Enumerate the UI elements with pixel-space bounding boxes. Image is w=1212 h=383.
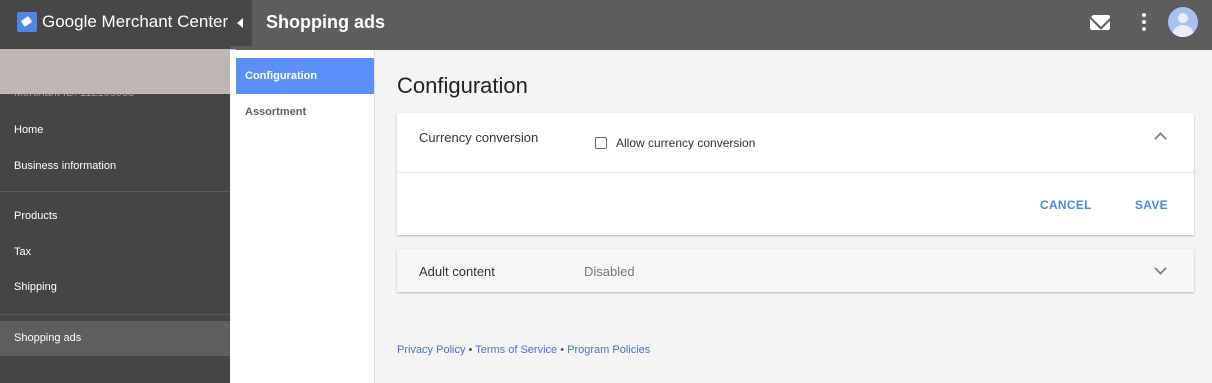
- sidebar-divider: [0, 314, 230, 315]
- collapse-sidebar-button[interactable]: [230, 0, 252, 46]
- sub-navigation: Configuration Assortment: [230, 50, 375, 383]
- account-info-overlay: [0, 49, 236, 94]
- card-divider: [397, 172, 1194, 173]
- allow-currency-conversion-label[interactable]: Allow currency conversion: [616, 136, 755, 150]
- sidebar-divider: [0, 191, 230, 192]
- terms-of-service-link[interactable]: Terms of Service: [475, 344, 557, 356]
- sidebar-item-tax[interactable]: Tax: [0, 235, 230, 270]
- program-policies-link[interactable]: Program Policies: [567, 344, 650, 356]
- sidebar-item-shopping-ads[interactable]: Shopping ads: [0, 321, 230, 356]
- cancel-button[interactable]: CANCEL: [1040, 198, 1092, 212]
- merchant-center-logo-icon: [17, 12, 37, 32]
- sidebar-item-home[interactable]: Home: [0, 113, 230, 148]
- allow-currency-conversion-checkbox[interactable]: [595, 137, 607, 149]
- more-vert-icon[interactable]: [1135, 12, 1153, 34]
- adult-content-status: Disabled: [584, 264, 635, 279]
- sidebar-item-shipping[interactable]: Shipping: [0, 270, 230, 305]
- brand-name: Google Merchant Center: [42, 12, 229, 31]
- account-avatar-icon[interactable]: [1168, 7, 1198, 37]
- sidebar-item-products[interactable]: Products: [0, 199, 230, 234]
- adult-content-label: Adult content: [419, 264, 495, 279]
- top-bar: Google Merchant Center Shopping ads: [0, 0, 1212, 50]
- subnav-item-assortment[interactable]: Assortment: [236, 94, 374, 130]
- brand-area[interactable]: Google Merchant Center: [0, 0, 230, 46]
- adult-content-card[interactable]: Adult content Disabled: [397, 249, 1194, 292]
- save-button[interactable]: SAVE: [1135, 198, 1168, 212]
- page-heading: Shopping ads: [266, 12, 385, 32]
- privacy-policy-link[interactable]: Privacy Policy: [397, 344, 465, 356]
- page-title: Configuration: [397, 73, 528, 98]
- subnav-item-configuration[interactable]: Configuration: [236, 58, 374, 94]
- footer-separator: •: [557, 344, 568, 356]
- chevron-up-icon[interactable]: [1154, 132, 1167, 145]
- sidebar-item-business-information[interactable]: Business information: [0, 149, 230, 184]
- footer-links: Privacy Policy • Terms of Service • Prog…: [397, 344, 650, 356]
- chevron-down-icon[interactable]: [1154, 262, 1167, 275]
- sidebar: Merchant ID: 112199988 Home Business inf…: [0, 46, 236, 383]
- footer-separator: •: [465, 344, 476, 356]
- currency-conversion-label: Currency conversion: [419, 130, 539, 145]
- mail-icon[interactable]: [1090, 15, 1110, 30]
- currency-conversion-card: Currency conversion Allow currency conve…: [397, 113, 1194, 235]
